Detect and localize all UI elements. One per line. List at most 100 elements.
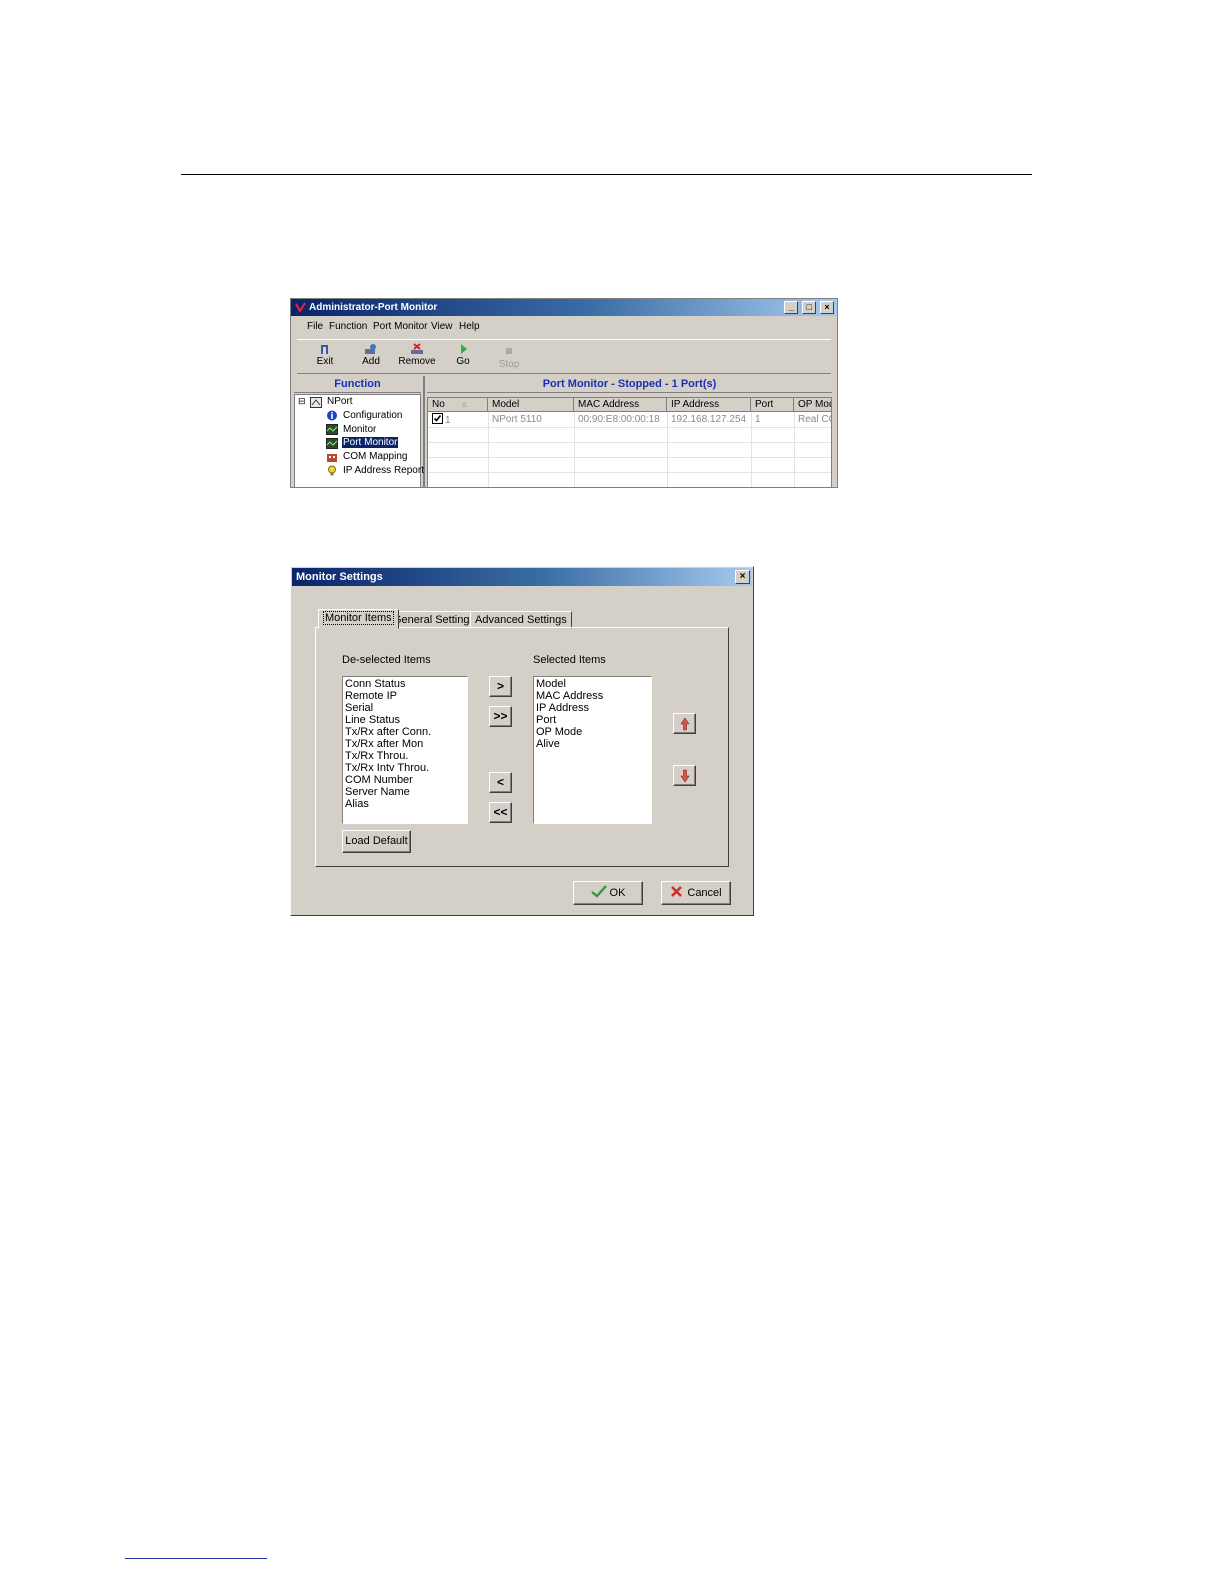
arrow-up-icon xyxy=(679,717,690,731)
list-item[interactable]: Tx/Rx after Conn. xyxy=(345,726,465,738)
exit-icon xyxy=(321,345,328,354)
port-table: No ▵ Model MAC Address IP Address Port O… xyxy=(427,397,832,487)
close-button[interactable]: × xyxy=(820,301,834,314)
cell-op-mode: Real COM xyxy=(798,414,831,425)
footer-rule xyxy=(125,1558,267,1559)
cell-no: 1 xyxy=(445,415,451,426)
column-header-port[interactable]: Port xyxy=(751,398,794,412)
tree-expander-icon[interactable]: ⊟ xyxy=(298,396,306,407)
remove-all-items-button[interactable]: << xyxy=(489,802,512,823)
deselected-items-list[interactable]: Conn Status Remote IP Serial Line Status Tx/… xyxy=(342,676,468,824)
column-header-no[interactable]: No ▵ xyxy=(428,398,488,412)
tab-monitor-items[interactable]: Monitor Items xyxy=(318,609,399,629)
list-item[interactable]: Port xyxy=(536,714,649,726)
cell-port: 1 xyxy=(755,414,761,425)
cross-icon xyxy=(671,886,683,897)
list-item[interactable]: Serial xyxy=(345,702,465,714)
list-item[interactable]: Model xyxy=(536,678,649,690)
move-down-button[interactable] xyxy=(673,765,696,786)
list-item[interactable]: Line Status xyxy=(345,714,465,726)
menu-port-monitor[interactable]: Port Monitor xyxy=(373,321,427,332)
cancel-button[interactable]: Cancel xyxy=(661,881,731,905)
selected-items-list[interactable]: Model MAC Address IP Address Port OP Mode Ali… xyxy=(533,676,652,824)
list-item[interactable]: Tx/Rx Intv Throu. xyxy=(345,762,465,774)
cancel-label: Cancel xyxy=(687,887,722,899)
remove-item-button[interactable]: < xyxy=(489,772,512,793)
go-icon xyxy=(461,344,467,354)
tree-item-configuration[interactable]: Configuration xyxy=(343,410,402,421)
cell-mac: 00:90:E8:00:00:18 xyxy=(578,414,660,425)
stop-button[interactable]: Stop xyxy=(489,346,529,370)
load-default-button[interactable]: Load Default xyxy=(342,830,411,853)
app-icon xyxy=(295,302,306,313)
column-header-ip[interactable]: IP Address xyxy=(667,398,751,412)
stop-icon xyxy=(506,348,512,354)
cell-ip: 192.168.127.254 xyxy=(671,414,747,425)
column-header-op-mode[interactable]: OP Mode xyxy=(794,398,831,412)
dialog-close-button[interactable]: × xyxy=(735,570,750,584)
list-item[interactable]: MAC Address xyxy=(536,690,649,702)
list-item[interactable]: IP Address xyxy=(536,702,649,714)
port-monitor-icon xyxy=(326,438,338,449)
ok-button[interactable]: OK xyxy=(573,881,643,905)
row-checkbox[interactable] xyxy=(432,413,443,424)
add-all-items-button[interactable]: >> xyxy=(489,706,512,727)
table-row[interactable]: 1 xyxy=(428,413,488,427)
tree-item-monitor[interactable]: Monitor xyxy=(343,424,376,435)
list-item[interactable]: Tx/Rx after Mon xyxy=(345,738,465,750)
menu-view[interactable]: View xyxy=(431,321,453,332)
tree-root-nport[interactable]: NPort xyxy=(327,396,353,407)
monitor-icon xyxy=(326,424,338,435)
tree-item-ip-address-report[interactable]: IP Address Report xyxy=(343,465,424,476)
selected-items-label: Selected Items xyxy=(533,654,606,666)
status-header: Port Monitor - Stopped - 1 Port(s) xyxy=(427,376,832,393)
cell-model: NPort 5110 xyxy=(492,414,542,425)
add-icon xyxy=(365,344,376,354)
list-item[interactable]: OP Mode xyxy=(536,726,649,738)
maximize-button[interactable]: □ xyxy=(802,301,817,314)
remove-icon xyxy=(411,343,423,354)
list-item[interactable]: Remote IP xyxy=(345,690,465,702)
deselected-items-label: De-selected Items xyxy=(342,654,431,666)
nport-device-icon xyxy=(310,397,322,408)
move-up-button[interactable] xyxy=(673,713,696,734)
remove-button[interactable]: Remove xyxy=(397,343,437,367)
minimize-button[interactable]: _ xyxy=(784,301,799,314)
menu-help[interactable]: Help xyxy=(459,321,480,332)
go-label: Go xyxy=(456,356,470,367)
check-icon xyxy=(433,415,442,422)
lightbulb-icon xyxy=(328,465,336,476)
window-titlebar[interactable]: Administrator-Port Monitor _ □ × xyxy=(291,299,837,316)
go-button[interactable]: Go xyxy=(443,343,483,367)
toolbar: Exit Add Remove Go Stop xyxy=(297,339,831,374)
list-item[interactable]: Alive xyxy=(536,738,649,750)
monitor-items-panel: De-selected Items Selected Items Conn St… xyxy=(315,627,729,867)
column-header-mac[interactable]: MAC Address xyxy=(574,398,667,412)
arrow-down-icon xyxy=(679,769,690,783)
check-icon xyxy=(590,885,607,898)
dialog-title: Monitor Settings xyxy=(296,571,383,583)
exit-label: Exit xyxy=(316,356,334,367)
com-mapping-icon xyxy=(327,454,337,462)
function-tree: ⊟ NPort Configuration Monitor Port Monit… xyxy=(294,394,424,487)
list-item[interactable]: Alias xyxy=(345,798,465,810)
tree-item-port-monitor[interactable]: Port Monitor xyxy=(342,437,399,448)
list-item[interactable]: Conn Status xyxy=(345,678,465,690)
stop-label: Stop xyxy=(498,359,520,370)
list-item[interactable]: Tx/Rx Throu. xyxy=(345,750,465,762)
add-button[interactable]: Add xyxy=(351,343,391,367)
exit-button[interactable]: Exit xyxy=(305,343,345,367)
menu-file[interactable]: File xyxy=(307,321,323,332)
tree-item-com-mapping[interactable]: COM Mapping xyxy=(343,451,407,462)
dialog-titlebar[interactable]: Monitor Settings × xyxy=(292,568,752,586)
menu-bar: File Function Port Monitor View Help xyxy=(291,318,837,334)
ok-label: OK xyxy=(609,887,626,899)
add-item-button[interactable]: > xyxy=(489,676,512,697)
column-header-model[interactable]: Model xyxy=(488,398,574,412)
list-item[interactable]: Server Name xyxy=(345,786,465,798)
function-header: Function xyxy=(294,376,421,393)
info-icon xyxy=(327,410,337,421)
menu-function[interactable]: Function xyxy=(329,321,367,332)
list-item[interactable]: COM Number xyxy=(345,774,465,786)
remove-label: Remove xyxy=(398,356,436,367)
